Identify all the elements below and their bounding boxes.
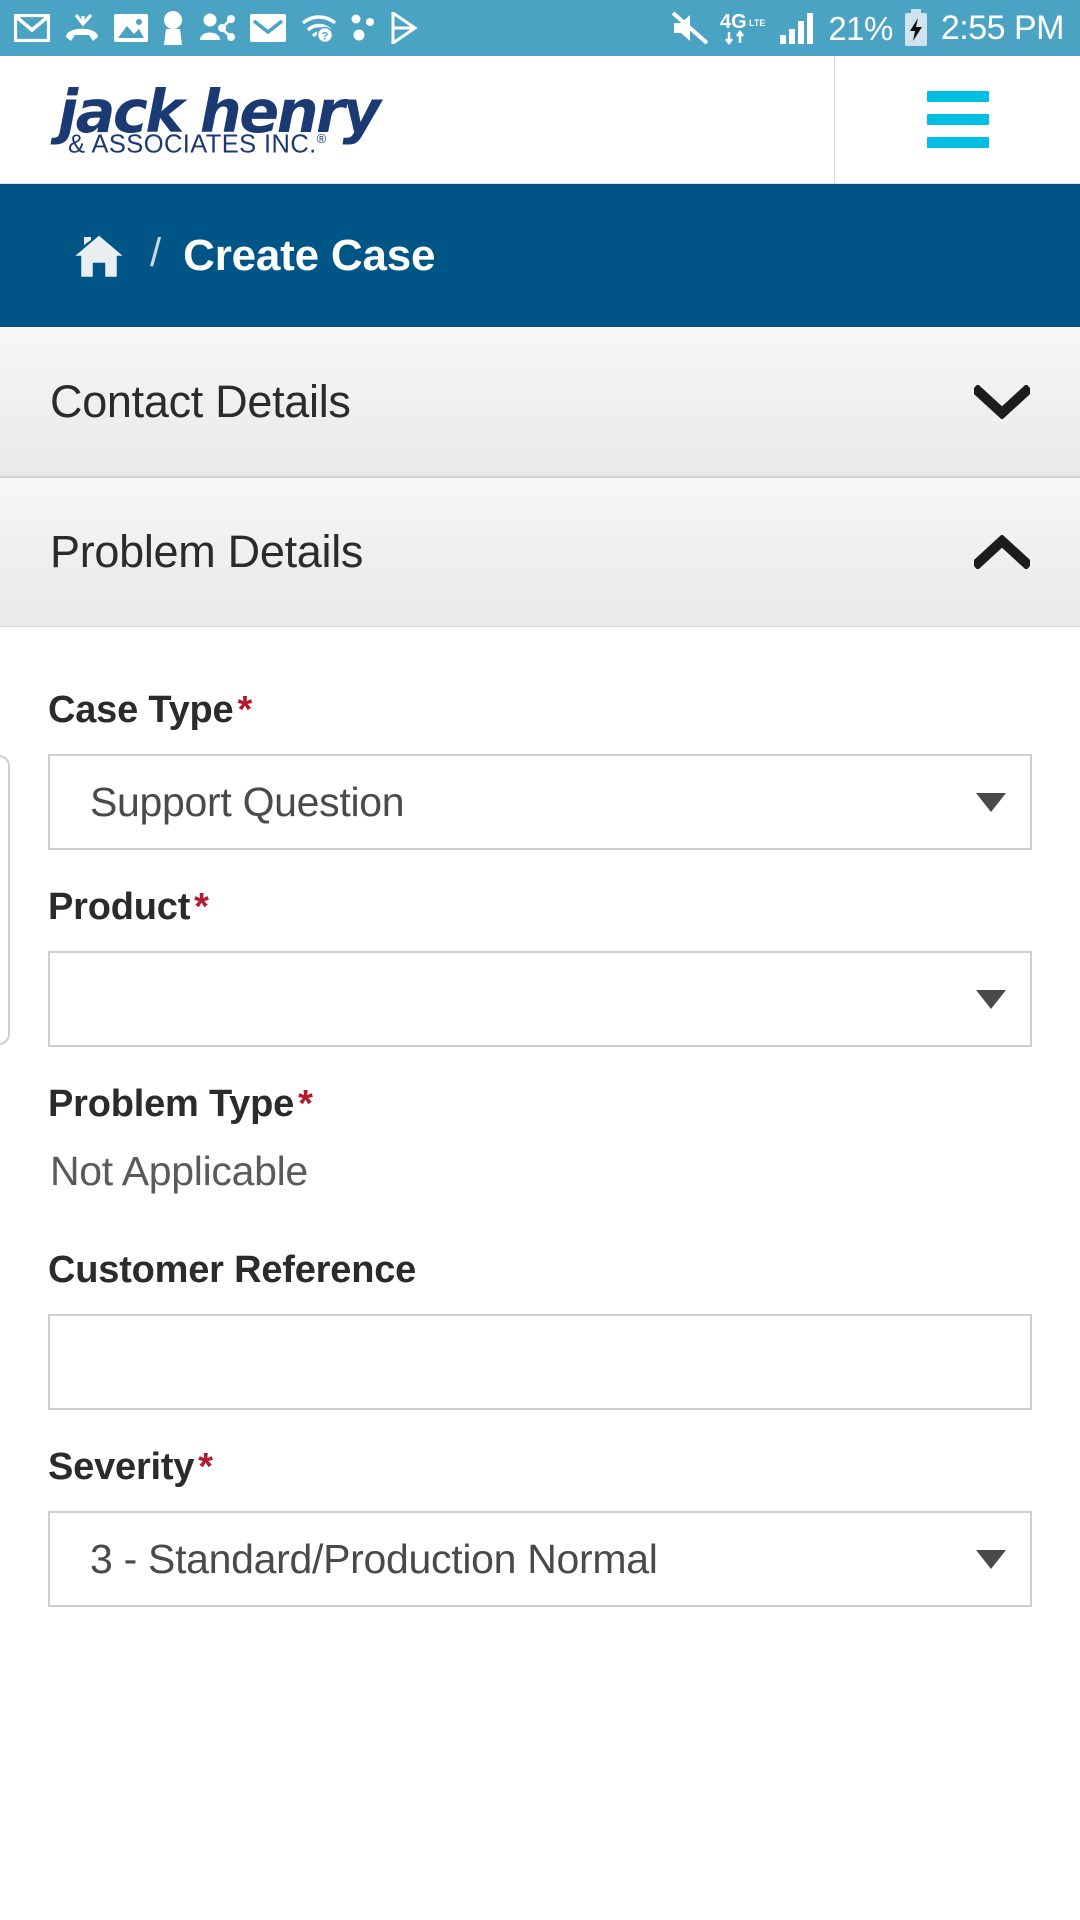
jack-henry-logo: jack henry & ASSOCIATES INC.® [58,76,381,158]
gmail-icon [14,14,50,42]
chevron-down-icon[interactable] [974,385,1030,419]
svg-text:LTE: LTE [749,18,765,28]
share-contact-icon [200,13,235,41]
dots-icon [351,14,374,41]
registered-mark: ® [316,131,327,147]
battery-charging-icon [904,9,927,46]
network-4g-lte-icon: 4G LTE [720,11,766,45]
caret-down-icon[interactable] [976,792,1006,812]
accordion-list: Contact Details Problem Details [0,327,1080,627]
status-bar-notification-icons: ? [14,11,670,45]
wifi-question-icon: ? [301,15,336,43]
field-product: Product * [48,886,1032,1047]
missed-call-icon [66,13,98,41]
accordion-header-contact-details[interactable]: Contact Details [0,327,1080,477]
app-header: jack henry & ASSOCIATES INC.® [0,56,1080,184]
battery-percent-label: 21% [828,9,893,47]
case-type-value: Support Question [90,778,405,825]
accordion-title: Contact Details [50,376,351,427]
field-case-type: Case Type * Support Question [48,689,1032,850]
accordion-title: Problem Details [50,526,364,577]
required-asterisk: * [194,886,209,928]
svg-text:?: ? [322,31,329,43]
brand-logo[interactable]: jack henry & ASSOCIATES INC.® [0,56,835,183]
label-case-type: Case Type * [48,689,253,731]
label-severity: Severity * [48,1446,213,1488]
page-title: Create Case [183,230,436,280]
label-product: Product * [48,886,209,928]
hamburger-menu-icon[interactable] [926,91,989,148]
menu-button[interactable] [835,56,1080,183]
mail-icon [250,14,286,42]
severity-select[interactable]: 3 - Standard/Production Normal [48,1511,1032,1607]
caret-down-icon[interactable] [976,1549,1006,1569]
field-customer-reference: Customer Reference [48,1249,1032,1410]
field-severity: Severity * 3 - Standard/Production Normal [48,1446,1032,1607]
accordion-header-problem-details[interactable]: Problem Details [0,477,1080,627]
volume-muted-icon [671,11,709,45]
breadcrumb: / Create Case [0,184,1080,327]
severity-value: 3 - Standard/Production Normal [90,1535,658,1582]
customer-reference-input[interactable] [48,1314,1032,1410]
problem-details-form: Case Type * Support Question Product * Pro… [0,627,1080,1607]
svg-text:4G: 4G [720,11,747,33]
home-icon[interactable] [70,231,128,281]
product-select[interactable] [48,951,1032,1047]
label-customer-reference: Customer Reference [48,1249,417,1291]
screenshot-image-icon [114,14,148,42]
problem-type-value: Not Applicable [50,1148,308,1194]
keyhole-person-icon [164,11,182,45]
label-problem-type: Problem Type * [48,1083,313,1125]
chevron-up-icon[interactable] [974,535,1030,569]
offscreen-panel-edge [0,755,10,1045]
breadcrumb-separator: / [150,230,162,275]
status-bar: ? 4G LTE 21% 2:55 PM [0,0,1080,56]
play-store-icon [391,12,418,44]
required-asterisk: * [237,689,253,731]
logo-primary-text: jack henry [58,76,381,146]
signal-bars-icon [780,13,814,44]
case-type-select[interactable]: Support Question [48,754,1032,850]
status-bar-system-icons: 4G LTE 21% 2:55 PM [670,9,1065,47]
field-problem-type: Problem Type * Not Applicable [48,1083,1032,1195]
clock-label: 2:55 PM [940,9,1065,47]
required-asterisk: * [198,1446,213,1488]
caret-down-icon[interactable] [976,989,1006,1009]
required-asterisk: * [298,1083,313,1125]
